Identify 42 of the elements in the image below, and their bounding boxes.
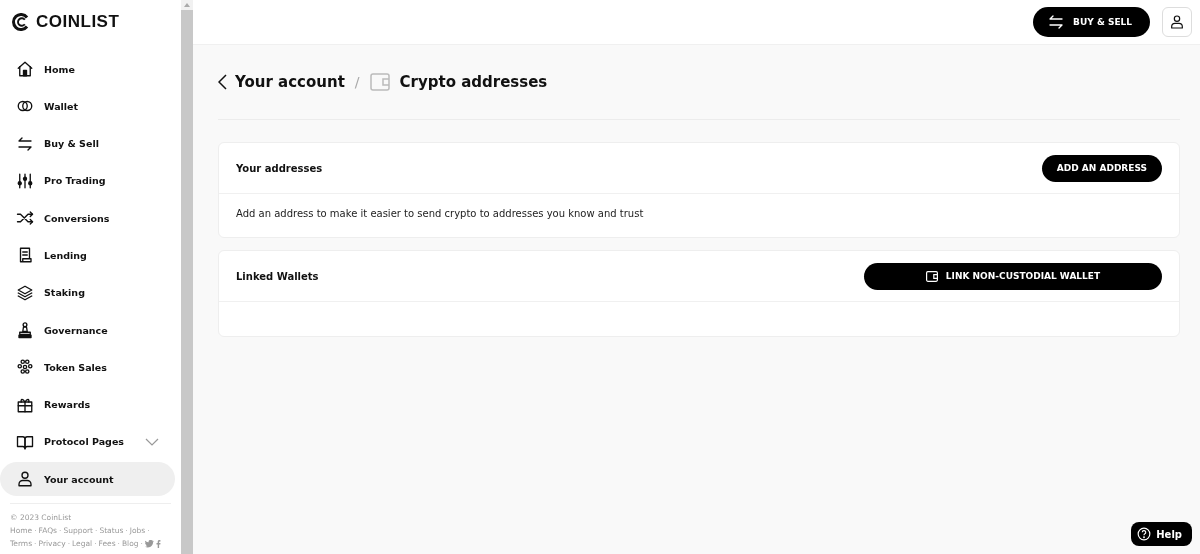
logo-icon — [12, 13, 30, 31]
nav-item[interactable]: Staking — [0, 275, 175, 310]
nav-item[interactable]: Pro Trading — [0, 163, 175, 198]
user-icon — [1169, 14, 1185, 30]
nav-item[interactable]: Governance — [0, 313, 175, 348]
chevron-icon — [145, 437, 159, 446]
nav-item[interactable]: Your account — [0, 462, 175, 497]
card-description: Add an address to make it easier to send crypto to addresses you know and trust — [235, 207, 645, 221]
link-wallet-button[interactable]: LINK NON-CUSTODIAL WALLET — [864, 262, 1162, 290]
sliders-icon — [16, 171, 34, 190]
page-title: Crypto addresses — [399, 73, 548, 91]
nav-item[interactable]: Rewards — [0, 387, 175, 422]
chevron-left-icon — [218, 74, 227, 90]
flower-icon — [16, 358, 34, 377]
nav-item[interactable]: Wallet — [0, 89, 175, 124]
nav-item[interactable]: Lending — [0, 238, 175, 273]
account-button[interactable] — [1162, 7, 1192, 37]
card-title: Linked Wallets — [236, 270, 319, 282]
house-icon — [16, 60, 34, 78]
shuffle-icon — [16, 209, 34, 228]
stamp-icon — [16, 321, 34, 340]
f-letter-icon[interactable] — [155, 539, 161, 548]
nav-item[interactable]: Token Sales — [0, 350, 175, 385]
question-icon — [1137, 527, 1152, 541]
nav-item[interactable]: Buy & Sell — [0, 126, 175, 161]
nav-item[interactable]: Home — [0, 52, 175, 86]
help-button[interactable]: Help — [1131, 522, 1192, 546]
scroll-up-icon[interactable] — [184, 3, 190, 7]
layers-icon — [16, 283, 34, 302]
wallet-icon — [925, 270, 938, 282]
card-title: Your addresses — [236, 162, 323, 174]
logo-text: COINLIST — [36, 12, 120, 32]
back-link[interactable]: Your account — [218, 73, 345, 91]
nav-item[interactable]: Conversions — [0, 201, 175, 236]
add-address-button[interactable]: ADD AN ADDRESS — [1041, 154, 1162, 182]
user-icon — [16, 470, 34, 489]
buy-sell-button[interactable]: BUY & SELL — [1033, 7, 1150, 37]
bird-icon[interactable] — [144, 539, 154, 548]
scrollbar[interactable] — [181, 0, 193, 554]
nav-item[interactable]: Protocol Pages — [0, 424, 175, 459]
breadcrumb-separator: / — [354, 74, 360, 90]
wallet-icon — [369, 73, 390, 91]
